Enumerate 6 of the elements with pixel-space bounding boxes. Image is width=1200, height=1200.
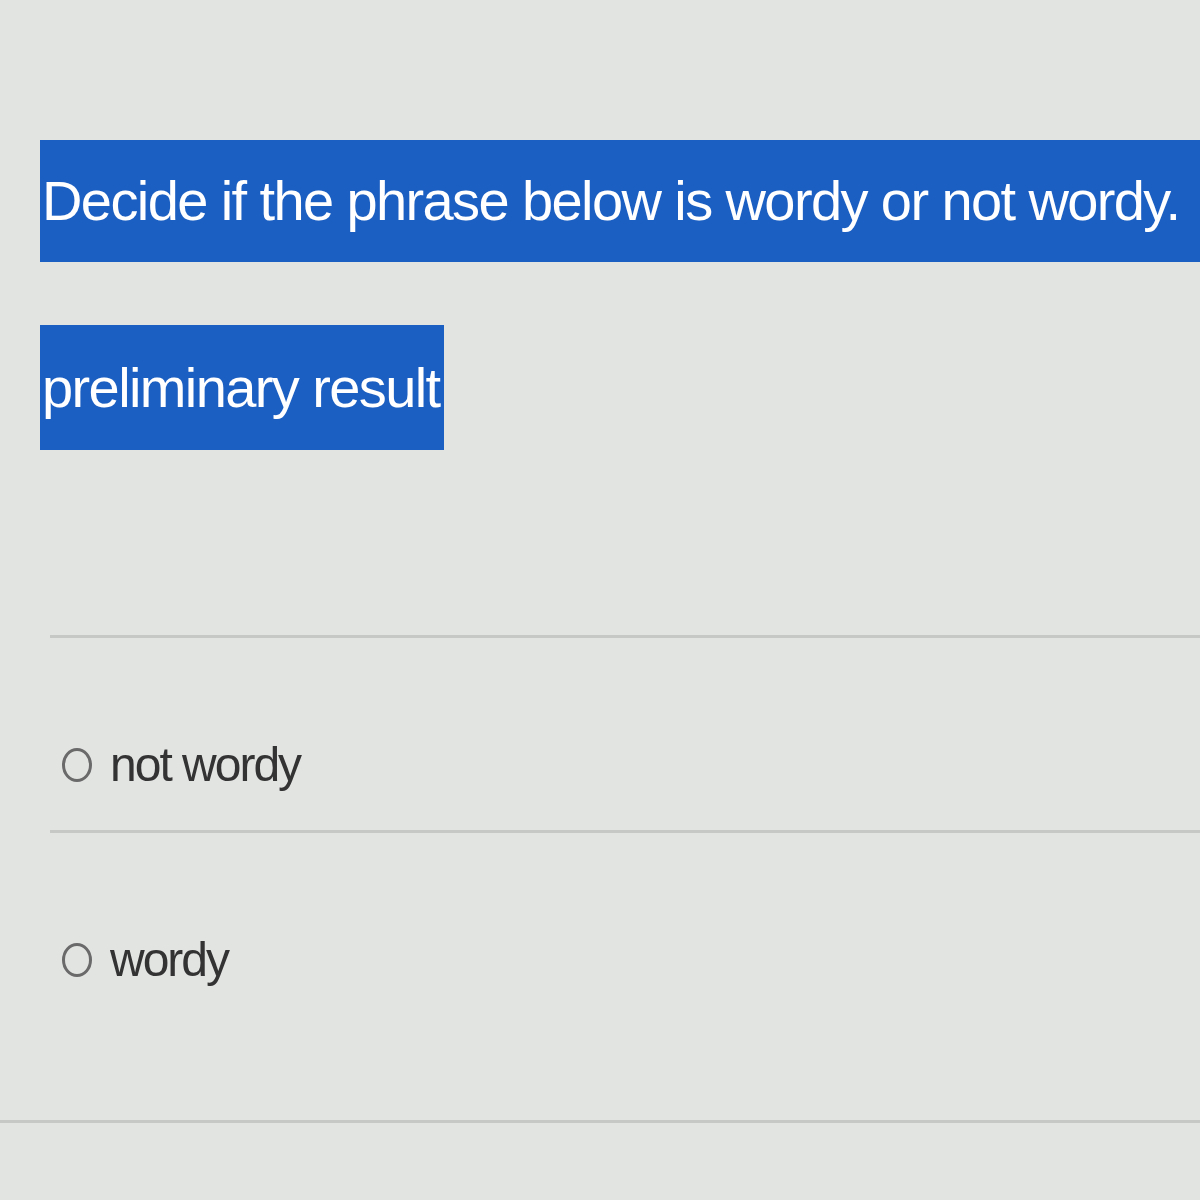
phrase-text: preliminary result xyxy=(40,325,444,450)
question-text: Decide if the phrase below is wordy or not wordy. xyxy=(40,140,1200,262)
option-label[interactable]: wordy xyxy=(110,930,229,990)
radio-button[interactable] xyxy=(62,748,92,782)
option-label[interactable]: not wordy xyxy=(110,735,301,795)
radio-button[interactable] xyxy=(62,943,92,977)
